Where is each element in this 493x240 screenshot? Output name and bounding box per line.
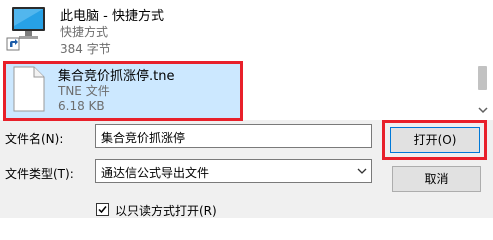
file-item-this-pc[interactable]: 此电脑 - 快捷方式 快捷方式 384 字节 [0, 0, 470, 58]
filetype-select[interactable]: 通达信公式导出文件 [95, 159, 372, 183]
file-size: 384 字节 [60, 42, 111, 56]
filename-value: 集合竞价抓涨停 [101, 131, 186, 145]
checkmark-icon [98, 206, 107, 214]
filetype-label: 文件类型(T): [5, 167, 74, 181]
scrollbar-thumb[interactable] [478, 66, 487, 90]
highlight-box-open-button [382, 120, 487, 160]
file-type: 快捷方式 [60, 25, 109, 39]
computer-shortcut-icon [6, 4, 48, 57]
scroll-down-arrow-icon[interactable] [478, 104, 488, 114]
filename-label: 文件名(N): [5, 132, 64, 146]
open-file-dialog: 此电脑 - 快捷方式 快捷方式 384 字节 集合竞价抓涨停.tne TNE 文… [0, 0, 493, 218]
chevron-down-icon[interactable] [353, 160, 371, 182]
file-name: 此电脑 - 快捷方式 [60, 9, 164, 24]
cancel-button[interactable]: 取消 [392, 166, 481, 192]
readonly-checkbox[interactable] [96, 203, 109, 216]
filename-input[interactable]: 集合竞价抓涨停 [95, 124, 372, 148]
filetype-value: 通达信公式导出文件 [101, 166, 210, 180]
highlight-box-file [3, 61, 243, 121]
cancel-button-label: 取消 [424, 172, 449, 186]
vertical-scrollbar[interactable] [473, 0, 493, 120]
readonly-label[interactable]: 以只读方式打开(R) [115, 202, 217, 219]
